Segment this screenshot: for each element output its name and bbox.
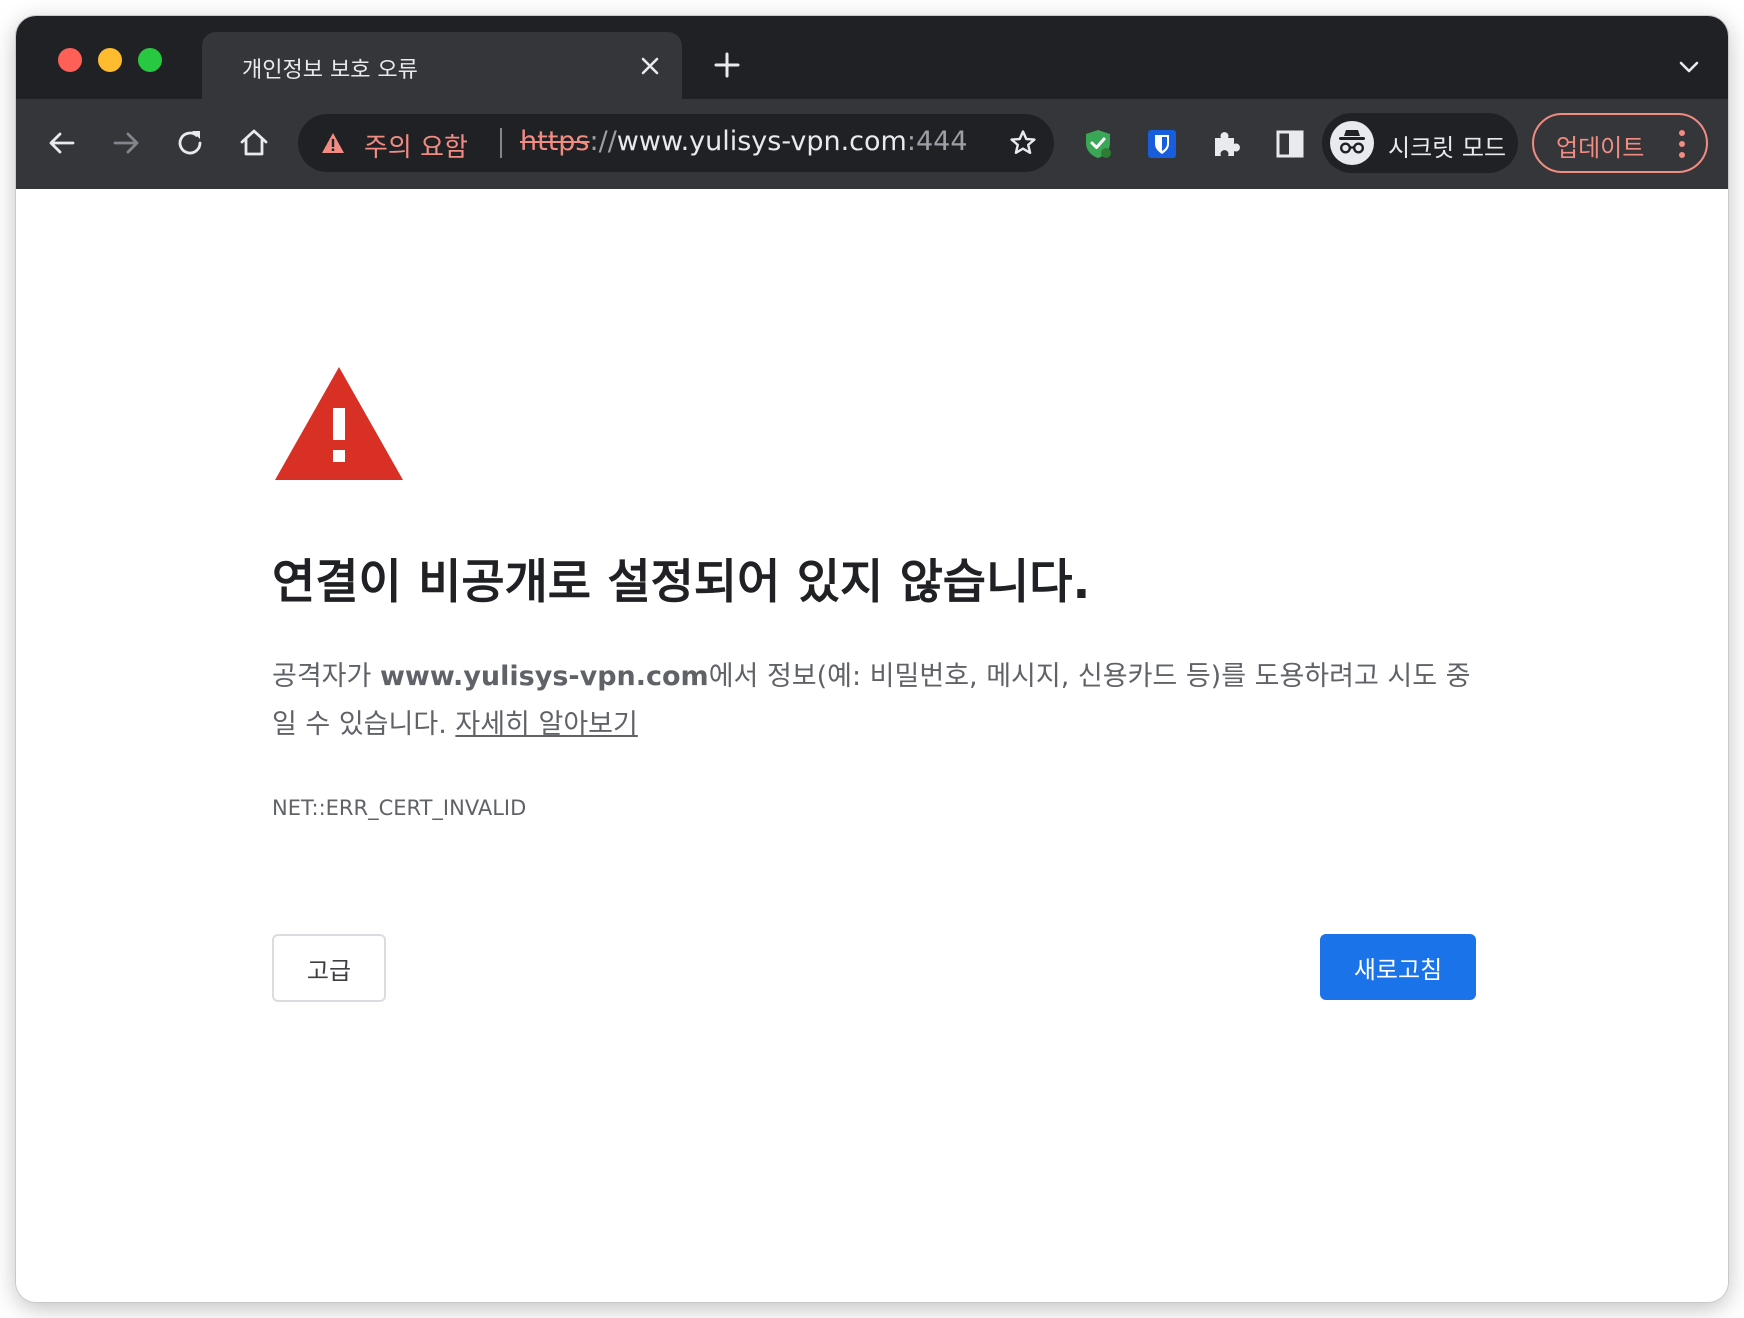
forward-arrow-icon — [113, 132, 139, 154]
toolbar: 주의 요함 https://www.yulisys-vpn.com:444 시크… — [16, 99, 1728, 189]
para-domain: www.yulisys-vpn.com — [379, 661, 709, 692]
url-text[interactable]: https://www.yulisys-vpn.com:444 — [520, 126, 968, 157]
security-status-label[interactable]: 주의 요함 — [364, 127, 468, 164]
close-icon[interactable] — [634, 50, 666, 82]
update-label: 업데이트 — [1556, 134, 1645, 162]
update-button[interactable]: 업데이트 — [1532, 113, 1708, 173]
url-separator: :// — [589, 126, 617, 157]
learn-more-link[interactable]: 자세히 알아보기 — [455, 709, 637, 740]
puzzle-icon — [1215, 132, 1240, 156]
back-arrow-icon — [49, 132, 75, 154]
side-panel-icon — [1276, 130, 1304, 158]
window-zoom-button[interactable] — [138, 48, 162, 72]
side-panel-button[interactable] — [1270, 124, 1310, 164]
window-close-button[interactable] — [58, 48, 82, 72]
window-minimize-button[interactable] — [98, 48, 122, 72]
browser-window: 개인정보 보호 오류 주의 요함 https://www.yulisys-vpn… — [16, 16, 1728, 1302]
home-button[interactable] — [234, 123, 274, 163]
incognito-label: 시크릿 모드 — [1388, 134, 1507, 162]
reload-page-button-label: 새로고침 — [1353, 955, 1443, 984]
error-code: NET::ERR_CERT_INVALID — [272, 796, 527, 820]
shield-extension-icon — [1086, 130, 1111, 158]
warning-triangle-icon — [275, 367, 403, 480]
url-scheme: https — [520, 126, 590, 157]
bitwarden-extension-button[interactable] — [1142, 124, 1182, 164]
warning-triangle-icon[interactable] — [320, 130, 346, 156]
interstitial-content: 연결이 비공개로 설정되어 있지 않습니다. 공격자가 www.yulisys-… — [16, 189, 1728, 1302]
back-button[interactable] — [42, 123, 82, 163]
address-bar[interactable]: 주의 요함 https://www.yulisys-vpn.com:444 — [298, 114, 1054, 172]
more-vert-icon — [1679, 130, 1685, 158]
omnibox-divider — [500, 128, 502, 158]
advanced-button[interactable]: 고급 — [272, 934, 386, 1002]
incognito-icon — [1339, 130, 1365, 154]
home-icon — [240, 129, 268, 156]
star-icon[interactable] — [1008, 128, 1038, 158]
chevron-down-icon[interactable] — [1676, 54, 1702, 80]
forward-button[interactable] — [106, 123, 146, 163]
active-tab[interactable]: 개인정보 보호 오류 — [202, 32, 682, 99]
url-host: www.yulisys-vpn.com — [616, 126, 907, 157]
reload-button[interactable] — [170, 123, 210, 163]
tab-strip: 개인정보 보호 오류 — [16, 16, 1728, 99]
shield-extension-button[interactable] — [1078, 124, 1118, 164]
url-port: :444 — [906, 126, 968, 157]
incognito-avatar — [1330, 121, 1374, 165]
page-title: 연결이 비공개로 설정되어 있지 않습니다. — [272, 555, 1091, 610]
incognito-profile-button[interactable]: 시크릿 모드 — [1322, 113, 1518, 173]
reload-icon — [178, 131, 202, 155]
explanation-paragraph: 공격자가 www.yulisys-vpn.com에서 정보(예: 비밀번호, 메… — [272, 653, 1492, 749]
plus-icon[interactable] — [710, 48, 744, 82]
reload-page-button[interactable]: 새로고침 — [1320, 934, 1476, 1000]
advanced-button-label: 고급 — [306, 956, 352, 985]
tab-title: 개인정보 보호 오류 — [242, 58, 418, 83]
para-prefix: 공격자가 — [272, 661, 380, 692]
bitwarden-icon — [1148, 130, 1176, 158]
extensions-button[interactable] — [1206, 124, 1246, 164]
